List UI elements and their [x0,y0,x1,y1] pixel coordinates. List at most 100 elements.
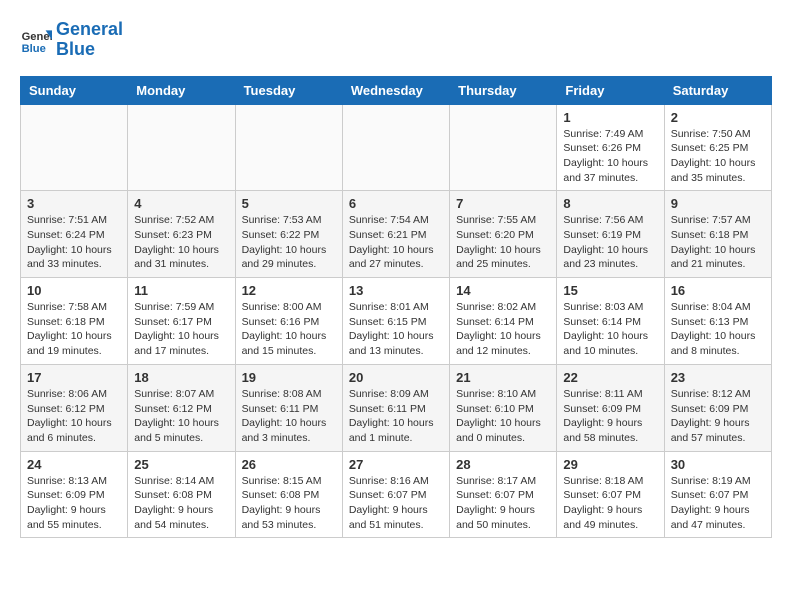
calendar-day-cell [235,104,342,191]
calendar-day-cell: 29 Sunrise: 8:18 AM Sunset: 6:07 PM Dayli… [557,451,664,538]
calendar-day-cell: 12 Sunrise: 8:00 AM Sunset: 6:16 PM Dayli… [235,278,342,365]
calendar-day-cell: 19 Sunrise: 8:08 AM Sunset: 6:11 PM Dayli… [235,364,342,451]
day-number: 14 [456,283,550,298]
day-of-week-header: Saturday [664,76,771,104]
day-info: Sunrise: 8:11 AM Sunset: 6:09 PM Dayligh… [563,387,657,446]
calendar-day-cell: 21 Sunrise: 8:10 AM Sunset: 6:10 PM Dayli… [450,364,557,451]
day-info: Sunrise: 7:59 AM Sunset: 6:17 PM Dayligh… [134,300,228,359]
day-of-week-header: Tuesday [235,76,342,104]
day-info: Sunrise: 8:14 AM Sunset: 6:08 PM Dayligh… [134,474,228,533]
day-number: 10 [27,283,121,298]
day-info: Sunrise: 8:07 AM Sunset: 6:12 PM Dayligh… [134,387,228,446]
calendar-day-cell: 10 Sunrise: 7:58 AM Sunset: 6:18 PM Dayli… [21,278,128,365]
day-number: 21 [456,370,550,385]
calendar-table: SundayMondayTuesdayWednesdayThursdayFrid… [20,76,772,539]
day-number: 8 [563,196,657,211]
logo-icon: General Blue [20,24,52,56]
calendar-day-cell: 3 Sunrise: 7:51 AM Sunset: 6:24 PM Daylig… [21,191,128,278]
calendar-day-cell: 20 Sunrise: 8:09 AM Sunset: 6:11 PM Dayli… [342,364,449,451]
calendar-day-cell: 24 Sunrise: 8:13 AM Sunset: 6:09 PM Dayli… [21,451,128,538]
calendar-day-cell: 1Sunrise: 7:49 AM Sunset: 6:26 PM Daylig… [557,104,664,191]
day-info: Sunrise: 7:50 AM Sunset: 6:25 PM Dayligh… [671,127,765,186]
svg-text:Blue: Blue [22,43,46,55]
calendar-week-row: 3 Sunrise: 7:51 AM Sunset: 6:24 PM Daylig… [21,191,772,278]
day-of-week-header: Wednesday [342,76,449,104]
day-number: 30 [671,457,765,472]
calendar-day-cell: 13 Sunrise: 8:01 AM Sunset: 6:15 PM Dayli… [342,278,449,365]
day-number: 17 [27,370,121,385]
day-info: Sunrise: 7:53 AM Sunset: 6:22 PM Dayligh… [242,213,336,272]
day-number: 2 [671,110,765,125]
calendar-day-cell: 15 Sunrise: 8:03 AM Sunset: 6:14 PM Dayli… [557,278,664,365]
header: General Blue GeneralBlue [20,20,772,60]
calendar-week-row: 17 Sunrise: 8:06 AM Sunset: 6:12 PM Dayli… [21,364,772,451]
calendar-day-cell: 26 Sunrise: 8:15 AM Sunset: 6:08 PM Dayli… [235,451,342,538]
day-info: Sunrise: 8:04 AM Sunset: 6:13 PM Dayligh… [671,300,765,359]
calendar-day-cell [450,104,557,191]
day-info: Sunrise: 8:02 AM Sunset: 6:14 PM Dayligh… [456,300,550,359]
day-info: Sunrise: 8:10 AM Sunset: 6:10 PM Dayligh… [456,387,550,446]
day-info: Sunrise: 8:18 AM Sunset: 6:07 PM Dayligh… [563,474,657,533]
day-of-week-header: Friday [557,76,664,104]
day-info: Sunrise: 8:01 AM Sunset: 6:15 PM Dayligh… [349,300,443,359]
day-number: 19 [242,370,336,385]
calendar-day-cell: 18Sunrise: 8:07 AM Sunset: 6:12 PM Dayli… [128,364,235,451]
day-number: 7 [456,196,550,211]
day-number: 3 [27,196,121,211]
calendar-day-cell [342,104,449,191]
calendar-day-cell [21,104,128,191]
day-number: 15 [563,283,657,298]
day-info: Sunrise: 7:51 AM Sunset: 6:24 PM Dayligh… [27,213,121,272]
day-number: 26 [242,457,336,472]
calendar-day-cell: 2 Sunrise: 7:50 AM Sunset: 6:25 PM Daylig… [664,104,771,191]
logo-text: GeneralBlue [56,20,123,60]
day-info: Sunrise: 8:12 AM Sunset: 6:09 PM Dayligh… [671,387,765,446]
day-number: 29 [563,457,657,472]
day-number: 12 [242,283,336,298]
calendar-day-cell: 7Sunrise: 7:55 AM Sunset: 6:20 PM Daylig… [450,191,557,278]
day-info: Sunrise: 8:06 AM Sunset: 6:12 PM Dayligh… [27,387,121,446]
day-number: 1 [563,110,657,125]
day-number: 27 [349,457,443,472]
calendar-day-cell: 8Sunrise: 7:56 AM Sunset: 6:19 PM Daylig… [557,191,664,278]
day-info: Sunrise: 8:19 AM Sunset: 6:07 PM Dayligh… [671,474,765,533]
day-info: Sunrise: 8:17 AM Sunset: 6:07 PM Dayligh… [456,474,550,533]
calendar-day-cell: 4 Sunrise: 7:52 AM Sunset: 6:23 PM Daylig… [128,191,235,278]
day-number: 9 [671,196,765,211]
day-number: 22 [563,370,657,385]
calendar-day-cell: 27Sunrise: 8:16 AM Sunset: 6:07 PM Dayli… [342,451,449,538]
day-number: 13 [349,283,443,298]
day-number: 4 [134,196,228,211]
day-number: 28 [456,457,550,472]
calendar-day-cell: 25 Sunrise: 8:14 AM Sunset: 6:08 PM Dayli… [128,451,235,538]
calendar-day-cell: 14 Sunrise: 8:02 AM Sunset: 6:14 PM Dayli… [450,278,557,365]
day-info: Sunrise: 8:03 AM Sunset: 6:14 PM Dayligh… [563,300,657,359]
calendar-day-cell: 9Sunrise: 7:57 AM Sunset: 6:18 PM Daylig… [664,191,771,278]
calendar-day-cell: 11 Sunrise: 7:59 AM Sunset: 6:17 PM Dayli… [128,278,235,365]
calendar-day-cell: 5Sunrise: 7:53 AM Sunset: 6:22 PM Daylig… [235,191,342,278]
calendar-week-row: 24 Sunrise: 8:13 AM Sunset: 6:09 PM Dayli… [21,451,772,538]
calendar-week-row: 10 Sunrise: 7:58 AM Sunset: 6:18 PM Dayli… [21,278,772,365]
day-info: Sunrise: 8:13 AM Sunset: 6:09 PM Dayligh… [27,474,121,533]
day-info: Sunrise: 7:58 AM Sunset: 6:18 PM Dayligh… [27,300,121,359]
calendar-header-row: SundayMondayTuesdayWednesdayThursdayFrid… [21,76,772,104]
day-info: Sunrise: 8:15 AM Sunset: 6:08 PM Dayligh… [242,474,336,533]
day-of-week-header: Sunday [21,76,128,104]
day-info: Sunrise: 8:08 AM Sunset: 6:11 PM Dayligh… [242,387,336,446]
day-info: Sunrise: 7:52 AM Sunset: 6:23 PM Dayligh… [134,213,228,272]
calendar-day-cell: 6 Sunrise: 7:54 AM Sunset: 6:21 PM Daylig… [342,191,449,278]
day-number: 25 [134,457,228,472]
day-number: 6 [349,196,443,211]
day-number: 16 [671,283,765,298]
day-info: Sunrise: 8:00 AM Sunset: 6:16 PM Dayligh… [242,300,336,359]
day-number: 11 [134,283,228,298]
day-info: Sunrise: 7:54 AM Sunset: 6:21 PM Dayligh… [349,213,443,272]
day-number: 24 [27,457,121,472]
day-info: Sunrise: 8:09 AM Sunset: 6:11 PM Dayligh… [349,387,443,446]
day-number: 20 [349,370,443,385]
calendar-day-cell [128,104,235,191]
day-of-week-header: Monday [128,76,235,104]
calendar-day-cell: 22 Sunrise: 8:11 AM Sunset: 6:09 PM Dayli… [557,364,664,451]
calendar-day-cell: 30 Sunrise: 8:19 AM Sunset: 6:07 PM Dayli… [664,451,771,538]
calendar-day-cell: 17 Sunrise: 8:06 AM Sunset: 6:12 PM Dayli… [21,364,128,451]
